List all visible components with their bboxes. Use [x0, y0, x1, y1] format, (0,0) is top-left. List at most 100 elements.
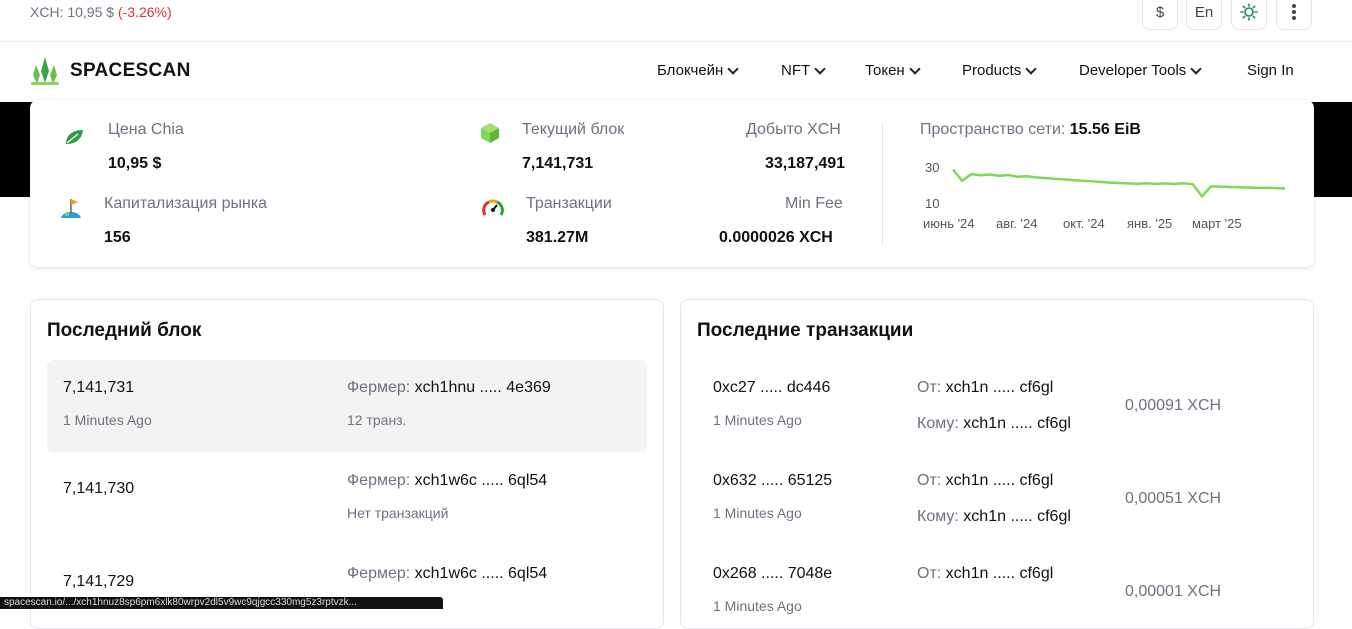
farmer-label: Фермер: — [347, 379, 411, 396]
farmer-address-link[interactable]: xch1w6c ..... 6ql54 — [415, 472, 548, 489]
block-height-link[interactable]: 7,141,731 — [63, 379, 134, 397]
nav-developer-tools-label: Developer Tools — [1079, 62, 1187, 79]
latest-blocks-title: Последний блок — [47, 320, 202, 341]
sign-in-label: Sign In — [1247, 62, 1294, 79]
market-cap-label: Капитализация рынка — [104, 195, 268, 212]
tx-to: Кому: xch1n ..... cf6gl — [917, 508, 1071, 526]
block-farmer: Фермер: xch1w6c ..... 6ql54 — [347, 472, 547, 490]
y-tick-label: 30 — [925, 160, 939, 175]
transactions-gauge-icon — [482, 199, 504, 216]
chia-price-value: 10,95 $ — [108, 155, 162, 172]
block-time: 1 Minutes Ago — [63, 412, 152, 428]
brand-logo-link[interactable]: SPACESCAN — [30, 55, 191, 87]
mined-xch-label: Добыто XCH — [746, 121, 841, 138]
x-tick-label: март '25 — [1192, 216, 1242, 231]
block-height-link[interactable]: 7,141,729 — [63, 573, 134, 591]
language-button[interactable]: En — [1186, 0, 1222, 30]
transactions-label: Транзакции — [526, 195, 612, 212]
ticker-symbol: XCH: — [30, 4, 64, 20]
from-address-link[interactable]: xch1n ..... cf6gl — [946, 565, 1054, 582]
tx-from: От: xch1n ..... cf6gl — [917, 379, 1053, 397]
nav-token-label: Токен — [865, 62, 905, 79]
transaction-row[interactable]: 0x268 ..... 7048e 1 Minutes Ago От: xch1… — [697, 546, 1297, 628]
theme-toggle-button[interactable] — [1231, 0, 1267, 30]
block-farmer: Фермер: xch1hnu ..... 4e369 — [347, 379, 551, 397]
farmer-address-link[interactable]: xch1w6c ..... 6ql54 — [415, 565, 548, 582]
xch-price-ticker: XCH: 10,95 $ (-3.26%) — [30, 4, 172, 20]
netspace-heading: Пространство сети: 15.56 EiB — [920, 121, 1141, 139]
latest-blocks-panel: Последний блок 7,141,731 1 Minutes Ago Ф… — [30, 299, 664, 629]
to-address-link[interactable]: xch1n ..... cf6gl — [963, 508, 1071, 525]
transaction-row[interactable]: 0x632 ..... 65125 1 Minutes Ago От: xch1… — [697, 453, 1297, 545]
network-stats-card: Цена Chia 10,95 $ Капитализация рынка 15… — [30, 100, 1314, 267]
nav-products-label: Products — [962, 62, 1022, 79]
nav-token[interactable]: Токен — [865, 62, 921, 79]
nav-products[interactable]: Products — [962, 62, 1037, 79]
chevron-down-icon — [727, 62, 739, 75]
transactions-value: 381.27M — [526, 229, 589, 246]
stats-divider — [882, 122, 883, 246]
market-cap-flag-icon — [61, 199, 81, 218]
tx-time: 1 Minutes Ago — [713, 412, 802, 428]
price-ticker-bar: XCH: 10,95 $ (-3.26%) $ En — [0, 0, 1352, 42]
x-tick-label: окт. '24 — [1063, 216, 1105, 231]
from-label: От: — [917, 379, 942, 396]
tx-from: От: xch1n ..... cf6gl — [917, 472, 1053, 490]
netspace-series-line — [952, 168, 1286, 199]
min-fee-label: Min Fee — [785, 195, 843, 212]
nav-nft-label: NFT — [781, 62, 811, 79]
to-label: Кому: — [917, 508, 959, 525]
transaction-row[interactable]: 0xc27 ..... dc446 1 Minutes Ago От: xch1… — [697, 360, 1297, 452]
mined-xch-value: 33,187,491 — [765, 155, 846, 172]
from-address-link[interactable]: xch1n ..... cf6gl — [946, 472, 1054, 489]
tx-hash-link[interactable]: 0x268 ..... 7048e — [713, 565, 832, 583]
from-label: От: — [917, 472, 942, 489]
x-tick-label: июнь '24 — [923, 216, 975, 231]
farmer-label: Фермер: — [347, 565, 411, 582]
tx-time: 1 Minutes Ago — [713, 505, 802, 521]
block-tx-count: Нет транзакций — [347, 505, 449, 521]
more-menu-button[interactable] — [1276, 0, 1312, 30]
leaf-icon — [66, 130, 83, 144]
kebab-icon — [1292, 4, 1296, 20]
block-tx-count: 12 транз. — [347, 412, 407, 428]
current-block-label: Текущий блок — [522, 121, 625, 138]
block-row[interactable]: 7,141,729 Фермер: xch1w6c ..... 6ql54 — [47, 546, 647, 628]
block-row[interactable]: 7,141,731 1 Minutes Ago Фермер: xch1hnu … — [47, 360, 647, 452]
market-cap-value: 156 — [104, 229, 131, 246]
chevron-down-icon — [1025, 62, 1037, 75]
netspace-value: 15.56 EiB — [1069, 121, 1141, 138]
tx-amount: 0,00091 XCH — [1125, 397, 1222, 414]
netspace-label: Пространство сети: — [920, 121, 1066, 138]
to-label: Кому: — [917, 415, 959, 432]
tx-amount: 0,00001 XCH — [1125, 583, 1222, 600]
to-address-link[interactable]: xch1n ..... cf6gl — [963, 415, 1071, 432]
block-cube-icon — [481, 123, 499, 143]
sign-in-link[interactable]: Sign In — [1247, 62, 1294, 79]
spacescan-logo-icon — [31, 57, 59, 85]
nav-blockchain[interactable]: Блокчейн — [657, 62, 739, 79]
block-row[interactable]: 7,141,730 Фермер: xch1w6c ..... 6ql54 Не… — [47, 453, 647, 545]
min-fee-value: 0.0000026 XCH — [719, 229, 833, 246]
brand-name: SPACESCAN — [70, 60, 191, 81]
from-label: От: — [917, 565, 942, 582]
latest-transactions-panel: Последние транзакции 0xc27 ..... dc446 1… — [680, 299, 1314, 629]
block-height-link[interactable]: 7,141,730 — [63, 480, 134, 498]
chevron-down-icon — [909, 62, 921, 75]
ticker-change: (-3.26%) — [117, 4, 172, 20]
nav-developer-tools[interactable]: Developer Tools — [1079, 62, 1202, 79]
tx-hash-link[interactable]: 0x632 ..... 65125 — [713, 472, 832, 490]
from-address-link[interactable]: xch1n ..... cf6gl — [946, 379, 1054, 396]
main-navigation: SPACESCAN Блокчейн NFT Токен Products De… — [0, 42, 1352, 102]
block-farmer: Фермер: xch1w6c ..... 6ql54 — [347, 565, 547, 583]
tx-hash-link[interactable]: 0xc27 ..... dc446 — [713, 379, 830, 397]
netspace-chart: 30 10 июнь '24 авг. '24 окт. '24 янв. '2… — [923, 160, 1286, 231]
y-tick-label: 10 — [925, 196, 939, 211]
currency-button[interactable]: $ — [1142, 0, 1178, 30]
browser-status-url: spacescan.io/.../xch1hnuz8sp6pm6xlk80wrp… — [0, 597, 443, 609]
ticker-price: 10,95 $ — [67, 4, 115, 20]
nav-blockchain-label: Блокчейн — [657, 62, 724, 79]
nav-nft[interactable]: NFT — [781, 62, 826, 79]
farmer-address-link[interactable]: xch1hnu ..... 4e369 — [415, 379, 551, 396]
latest-transactions-title: Последние транзакции — [697, 320, 914, 341]
